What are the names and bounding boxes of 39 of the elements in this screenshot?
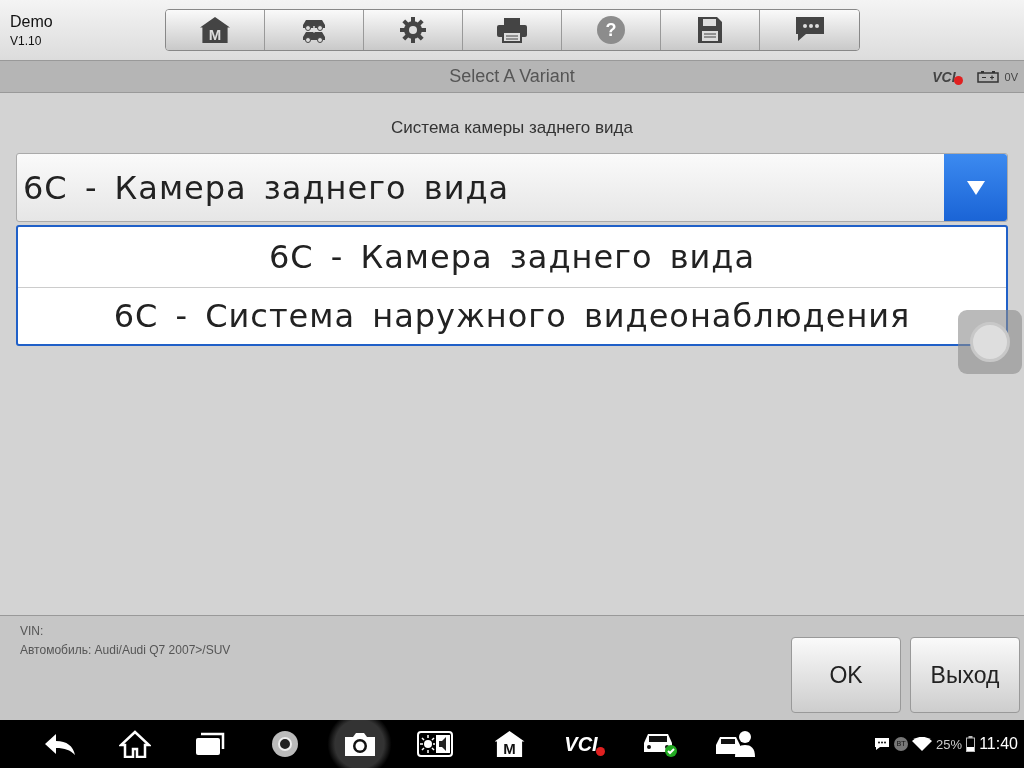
battery-charging-icon [966,736,976,752]
clock: 11:40 [979,735,1018,753]
app-home-icon[interactable]: M [494,731,525,757]
exit-button[interactable]: Выход [910,637,1020,713]
dropdown-option[interactable]: 6C - Камера заднего вида [18,227,1006,288]
vin-label: VIN: [20,624,45,638]
dropdown-caret-icon[interactable] [944,154,1007,221]
settings-button[interactable] [364,10,463,50]
vci-status: VCI [932,68,963,85]
browser-icon[interactable] [269,729,300,759]
message-icon [874,737,891,751]
app-version: V1.10 [10,33,43,48]
settings-icon [399,16,427,44]
ok-button[interactable]: OK [791,637,901,713]
wifi-icon [912,737,933,751]
brightness-volume-icon[interactable] [416,731,453,757]
home-icon: M [200,17,230,43]
car-person-icon[interactable] [714,730,755,758]
camera-icon[interactable] [342,730,377,758]
print-button[interactable] [463,10,562,50]
home-icon[interactable] [118,730,151,758]
car-check-icon[interactable] [641,731,678,757]
screen-title: Select A Variant [448,66,576,87]
voltage-reading: 0V [1004,70,1018,83]
recent-apps-icon[interactable] [193,731,226,757]
battery-icon [976,70,999,83]
app-name: Demo [10,12,54,31]
prompt-text: Система камеры заднего вида [390,118,634,138]
battery-percent: 25% [936,736,963,752]
chat-button[interactable] [760,10,859,50]
save-button[interactable] [661,10,760,50]
help-icon: ? [597,16,625,44]
vehicle-swap-button[interactable] [265,10,364,50]
dropdown-option[interactable]: 6C - Система наружного видеонаблюдения [18,288,1006,344]
vci-button[interactable]: VCI [564,732,605,756]
printer-icon [496,17,528,43]
vehicle-info: Автомобиль: Audi/Audi Q7 2007>/SUV [20,643,231,657]
home-button[interactable]: M [166,10,265,50]
variant-dropdown[interactable]: 6C - Камера заднего вида [16,153,1008,222]
